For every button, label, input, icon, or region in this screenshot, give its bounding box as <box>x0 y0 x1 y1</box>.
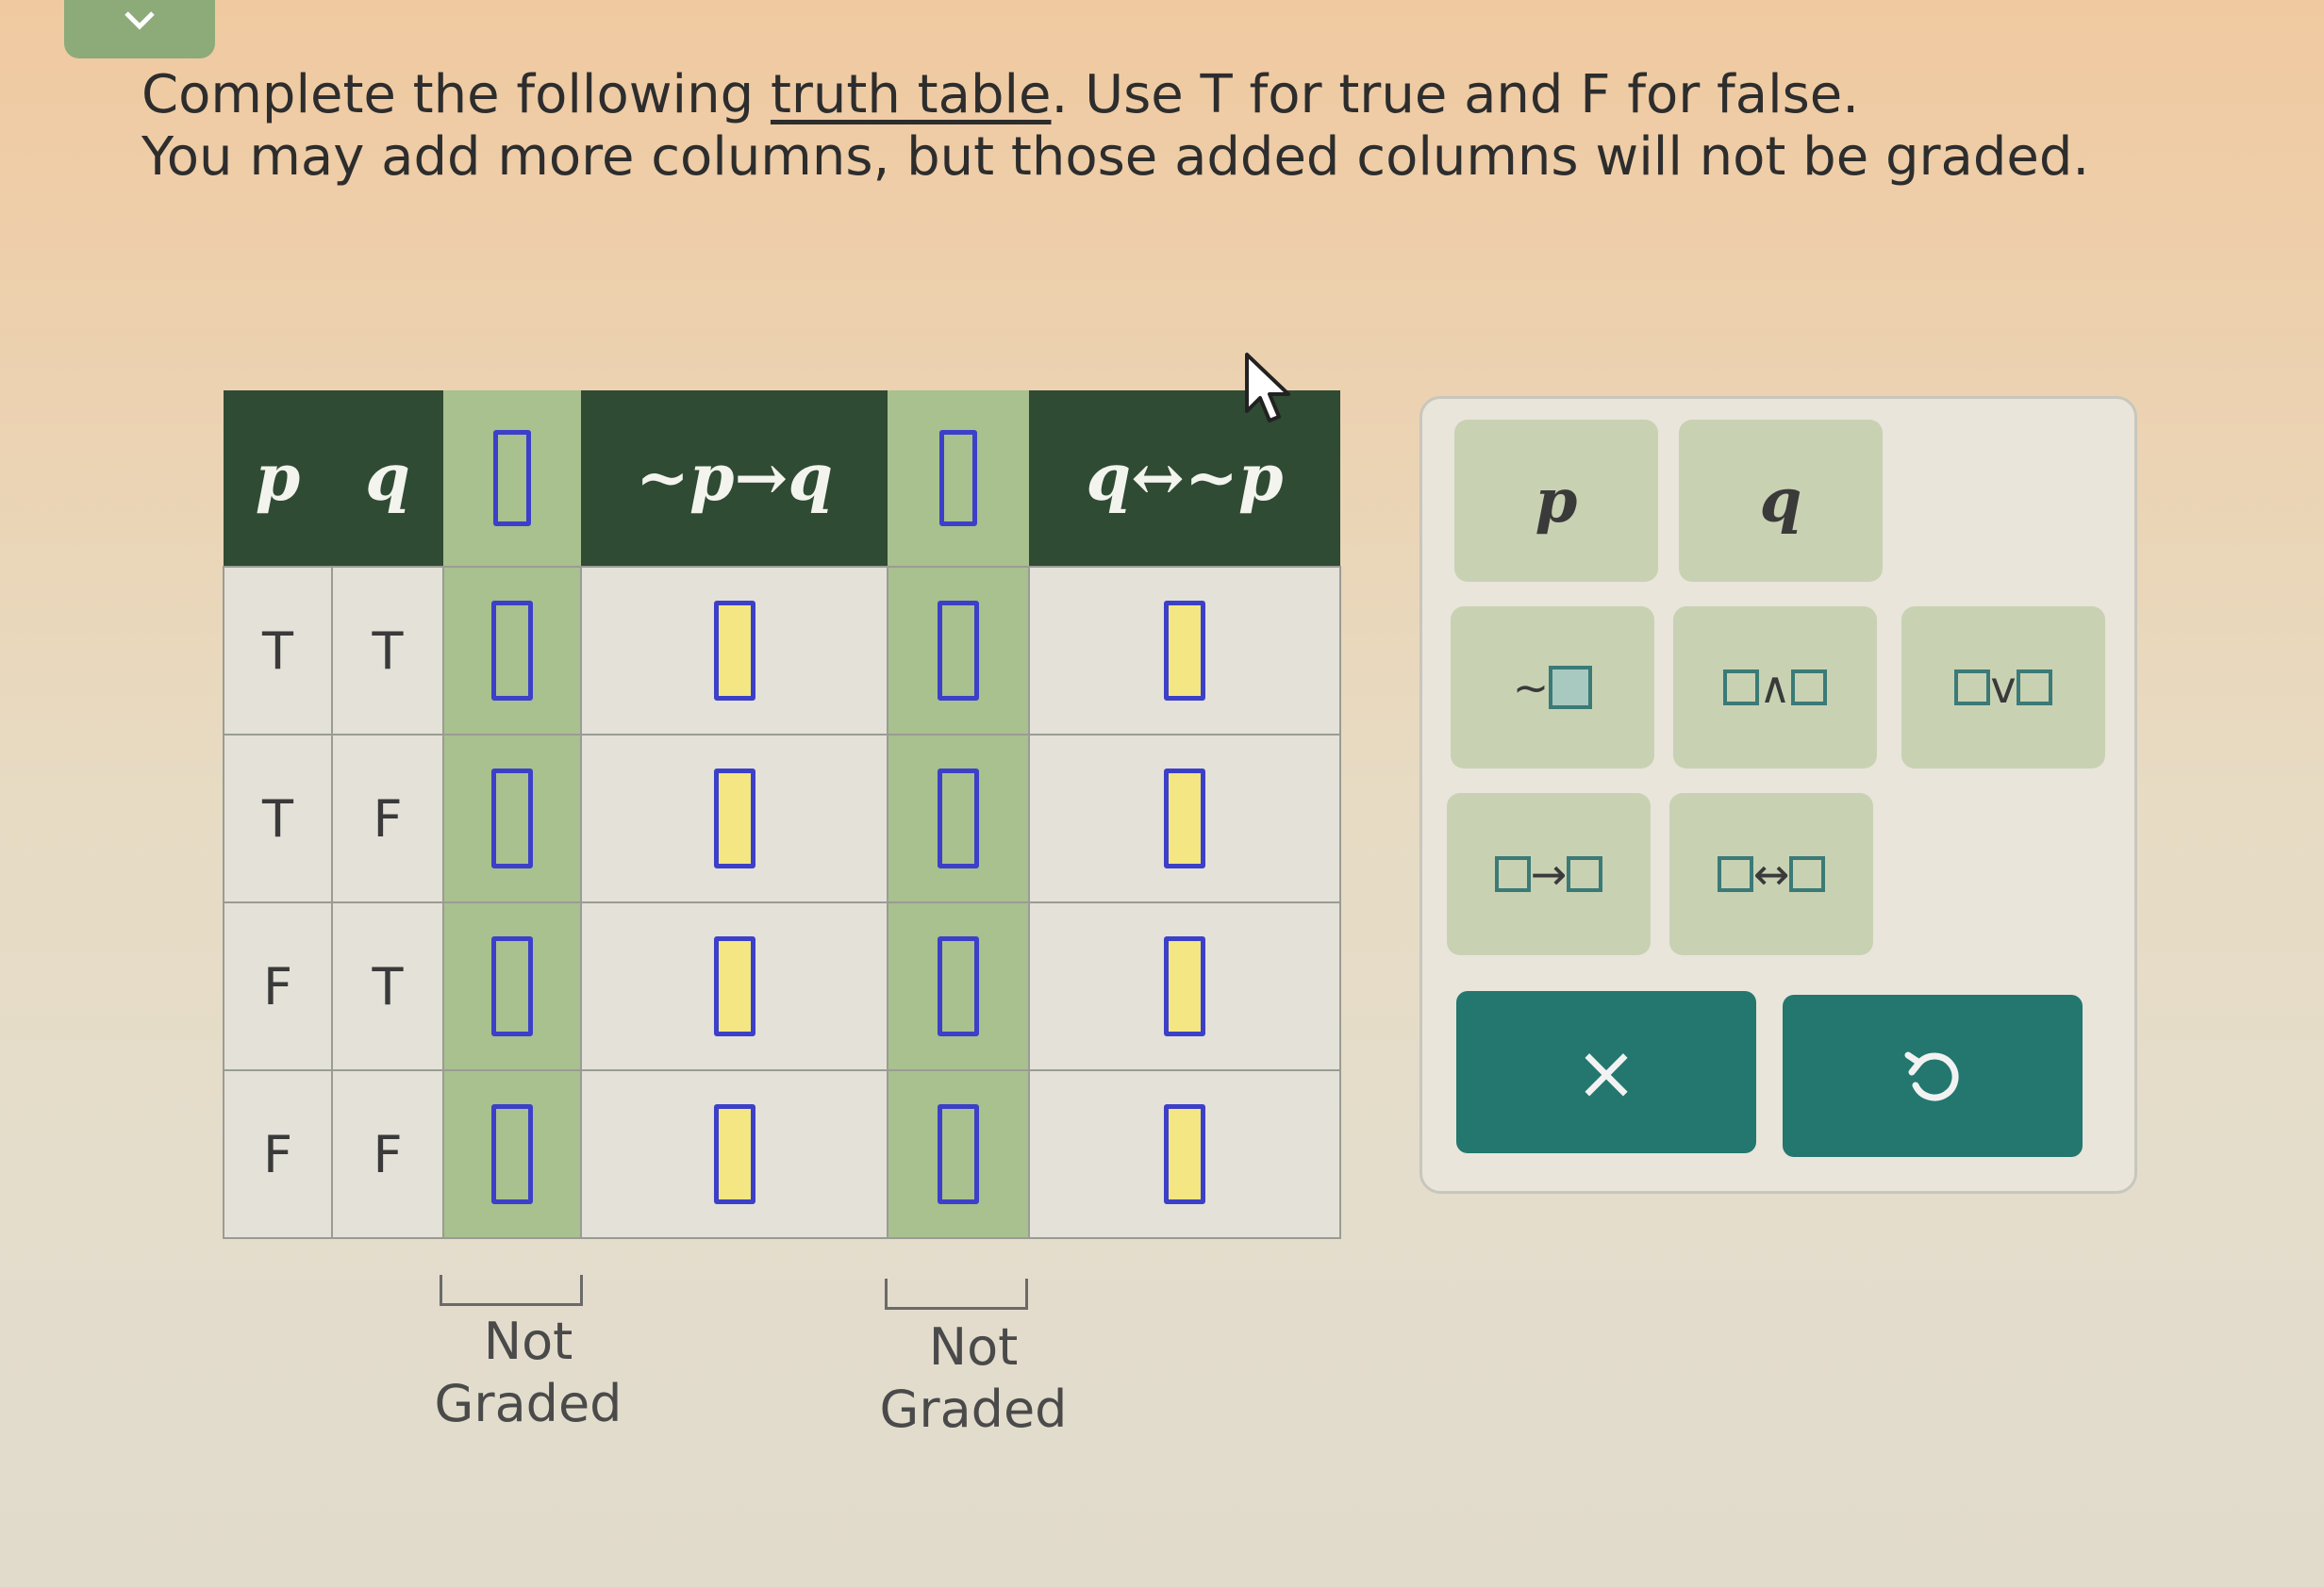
answer-input-box[interactable] <box>1164 601 1205 701</box>
not-graded-label-1: Not Graded <box>434 1312 622 1433</box>
undo-icon <box>1904 1051 1959 1101</box>
cell-q: T <box>331 901 444 1071</box>
undo-button[interactable] <box>1783 995 2083 1157</box>
cell-extra-1[interactable] <box>442 1069 582 1239</box>
key-biconditional[interactable]: ↔ <box>1669 793 1873 955</box>
cell-answer-1[interactable] <box>580 901 888 1071</box>
cell-answer-1[interactable] <box>580 734 888 903</box>
input-box[interactable] <box>938 601 979 701</box>
key-and[interactable]: ∧ <box>1673 606 1877 769</box>
cell-p: T <box>223 566 333 736</box>
cell-extra-1[interactable] <box>442 901 582 1071</box>
header-q: q <box>332 390 443 567</box>
table-row: F F <box>223 1069 1341 1239</box>
truth-table: p q ~p→q q↔~p T T T F F T F F <box>223 390 1341 1239</box>
cell-answer-1[interactable] <box>580 1069 888 1239</box>
not-graded-bracket-2 <box>885 1279 1028 1310</box>
placeholder-square-icon <box>1789 856 1826 892</box>
placeholder-square-icon <box>1954 670 1991 705</box>
cell-answer-2[interactable] <box>1028 734 1341 903</box>
placeholder-square-icon <box>1723 670 1760 705</box>
input-box[interactable] <box>491 601 533 701</box>
answer-input-box[interactable] <box>1164 936 1205 1036</box>
answer-input-box[interactable] <box>713 601 755 701</box>
table-row: F T <box>223 901 1341 1071</box>
truth-table-link[interactable]: truth table <box>771 64 1052 125</box>
cell-extra-2[interactable] <box>887 901 1030 1071</box>
answer-input-box[interactable] <box>1164 769 1205 868</box>
input-box[interactable] <box>938 1104 979 1204</box>
instructions: Complete the following truth table. Use … <box>141 64 2122 189</box>
key-or[interactable]: v <box>1901 606 2105 769</box>
cell-q: F <box>331 1069 444 1239</box>
answer-input-box[interactable] <box>713 769 755 868</box>
chevron-down-icon <box>124 11 155 30</box>
cell-p: F <box>223 1069 333 1239</box>
instruction-line-2: You may add more columns, but those adde… <box>141 126 2090 188</box>
placeholder-square-icon <box>1717 856 1753 892</box>
answer-input-box[interactable] <box>713 1104 755 1204</box>
close-icon: × <box>1574 1028 1638 1116</box>
input-box[interactable] <box>491 936 533 1036</box>
input-box[interactable] <box>938 936 979 1036</box>
key-not[interactable]: ~ <box>1451 606 1654 769</box>
placeholder-square-icon <box>1549 666 1593 709</box>
header-extra-column-1[interactable] <box>443 390 581 567</box>
header-p: p <box>224 390 332 567</box>
placeholder-square-icon <box>1567 856 1603 892</box>
cell-p: T <box>223 734 333 903</box>
clear-button[interactable]: × <box>1456 991 1756 1153</box>
mouse-cursor-icon <box>1245 353 1290 422</box>
cell-extra-2[interactable] <box>887 1069 1030 1239</box>
cell-extra-2[interactable] <box>887 734 1030 903</box>
header-input-box[interactable] <box>939 430 977 526</box>
table-row: T F <box>223 734 1341 903</box>
input-box[interactable] <box>491 769 533 868</box>
placeholder-square-icon <box>1494 856 1531 892</box>
cell-extra-1[interactable] <box>442 566 582 736</box>
key-q[interactable]: q <box>1679 420 1883 582</box>
header-not-p-implies-q: ~p→q <box>581 390 888 567</box>
key-p[interactable]: p <box>1454 420 1658 582</box>
input-box[interactable] <box>938 769 979 868</box>
header-input-box[interactable] <box>493 430 531 526</box>
collapse-badge[interactable] <box>64 0 215 58</box>
input-box[interactable] <box>491 1104 533 1204</box>
key-implies[interactable]: → <box>1447 793 1651 955</box>
instruction-line-1: Complete the following truth table. Use … <box>141 64 1860 125</box>
cell-extra-1[interactable] <box>442 734 582 903</box>
answer-input-box[interactable] <box>713 936 755 1036</box>
cell-extra-2[interactable] <box>887 566 1030 736</box>
not-graded-label-2: Not Graded <box>879 1317 1068 1439</box>
not-graded-bracket-1 <box>440 1275 583 1306</box>
cell-q: F <box>331 734 444 903</box>
header-extra-column-2[interactable] <box>888 390 1029 567</box>
answer-input-box[interactable] <box>1164 1104 1205 1204</box>
cell-answer-1[interactable] <box>580 566 888 736</box>
placeholder-square-icon <box>1790 670 1827 705</box>
cell-answer-2[interactable] <box>1028 1069 1341 1239</box>
cell-answer-2[interactable] <box>1028 901 1341 1071</box>
symbol-keypad: p q ~ ∧ v → ↔ × <box>1419 396 2137 1194</box>
cell-answer-2[interactable] <box>1028 566 1341 736</box>
cell-q: T <box>331 566 444 736</box>
table-row: T T <box>223 566 1341 736</box>
cell-p: F <box>223 901 333 1071</box>
placeholder-square-icon <box>2016 670 2052 705</box>
